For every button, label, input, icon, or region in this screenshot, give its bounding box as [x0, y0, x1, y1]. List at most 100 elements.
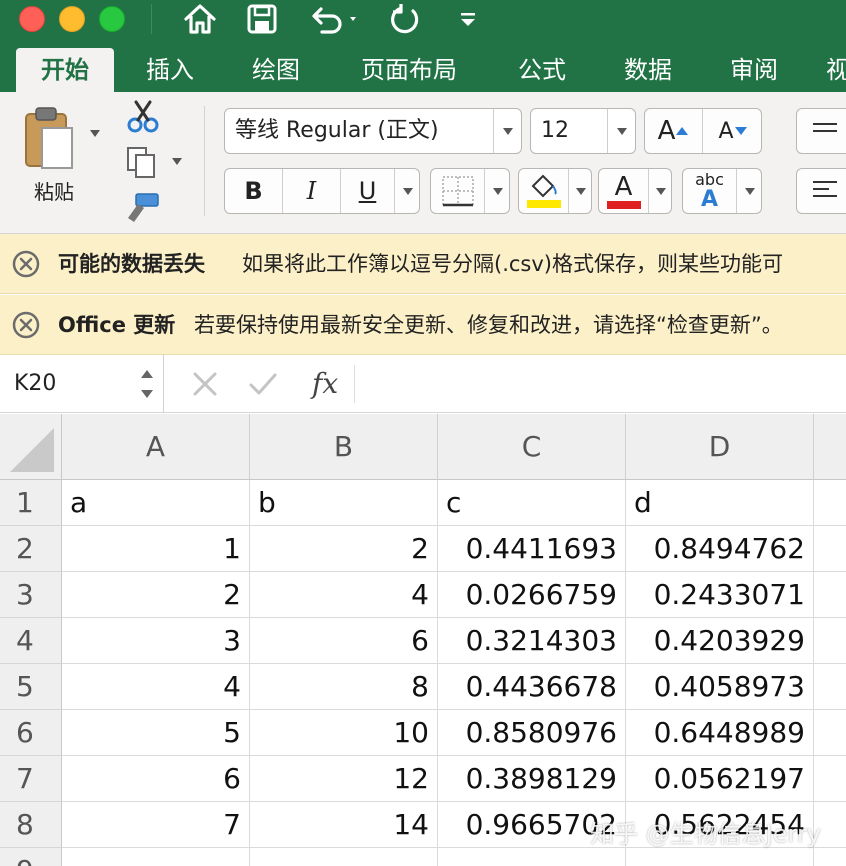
row-header[interactable]: 8 — [0, 802, 62, 848]
cell-a5[interactable]: 4 — [62, 664, 250, 710]
row-header[interactable]: 6 — [0, 710, 62, 756]
insert-function-button[interactable]: fx — [312, 355, 338, 413]
grow-font-button[interactable]: A — [645, 109, 703, 153]
name-box[interactable]: K20 — [0, 355, 164, 413]
tab-draw[interactable]: 绘图 — [234, 48, 318, 92]
borders-button[interactable] — [431, 169, 485, 213]
cell-d3[interactable]: 0.2433071 — [626, 572, 814, 618]
cell-d9[interactable] — [626, 848, 814, 866]
phonetic-dropdown[interactable] — [737, 169, 761, 213]
home-icon[interactable] — [180, 2, 220, 36]
cell-a7[interactable]: 6 — [62, 756, 250, 802]
row-header[interactable]: 7 — [0, 756, 62, 802]
save-icon[interactable] — [244, 2, 280, 36]
shrink-font-button[interactable]: A — [703, 109, 761, 153]
font-size-select[interactable]: 12 — [530, 108, 636, 154]
cell-d4[interactable]: 0.4203929 — [626, 618, 814, 664]
formula-input[interactable] — [370, 355, 840, 413]
cell-c3[interactable]: 0.0266759 — [438, 572, 626, 618]
cell-e4[interactable] — [814, 618, 846, 664]
cell-e7[interactable] — [814, 756, 846, 802]
select-all-corner[interactable] — [0, 414, 62, 480]
cell-c5[interactable]: 0.4436678 — [438, 664, 626, 710]
cell-b4[interactable]: 6 — [250, 618, 438, 664]
row-header[interactable]: 4 — [0, 618, 62, 664]
column-header-e[interactable] — [814, 414, 846, 480]
tab-data[interactable]: 数据 — [606, 48, 690, 92]
row-header[interactable]: 3 — [0, 572, 62, 618]
font-name-select[interactable]: 等线 Regular (正文) — [224, 108, 522, 154]
cell-c9[interactable] — [438, 848, 626, 866]
tab-formulas[interactable]: 公式 — [500, 48, 584, 92]
cell-a9[interactable] — [62, 848, 250, 866]
column-header-b[interactable]: B — [250, 414, 438, 480]
cell-d5[interactable]: 0.4058973 — [626, 664, 814, 710]
cell-c2[interactable]: 0.4411693 — [438, 526, 626, 572]
column-header-c[interactable]: C — [438, 414, 626, 480]
close-window-button[interactable] — [19, 6, 45, 32]
cell-b3[interactable]: 4 — [250, 572, 438, 618]
cell-b6[interactable]: 10 — [250, 710, 438, 756]
font-color-button[interactable]: A — [599, 169, 649, 213]
close-circle-icon[interactable] — [12, 311, 40, 339]
cell-d7[interactable]: 0.0562197 — [626, 756, 814, 802]
phonetic-button[interactable]: abc A — [683, 169, 737, 213]
cell-a8[interactable]: 7 — [62, 802, 250, 848]
cell-a6[interactable]: 5 — [62, 710, 250, 756]
cell-e2[interactable] — [814, 526, 846, 572]
row-header[interactable]: 1 — [0, 480, 62, 526]
copy-icon[interactable] — [126, 146, 158, 184]
cell-a1[interactable]: a — [62, 480, 250, 526]
close-circle-icon[interactable] — [12, 250, 40, 278]
cell-e1[interactable] — [814, 480, 846, 526]
cell-a3[interactable]: 2 — [62, 572, 250, 618]
fill-color-button[interactable] — [519, 169, 569, 213]
paste-button[interactable]: 粘贴 — [18, 104, 88, 216]
cancel-icon[interactable] — [192, 371, 218, 397]
cell-e3[interactable] — [814, 572, 846, 618]
cell-b2[interactable]: 2 — [250, 526, 438, 572]
cell-e6[interactable] — [814, 710, 846, 756]
tab-view[interactable]: 视 — [826, 48, 846, 92]
borders-dropdown[interactable] — [485, 169, 509, 213]
cell-c7[interactable]: 0.3898129 — [438, 756, 626, 802]
cell-d6[interactable]: 0.6448989 — [626, 710, 814, 756]
undo-icon[interactable] — [304, 2, 364, 36]
zoom-window-button[interactable] — [99, 6, 125, 32]
cell-e5[interactable] — [814, 664, 846, 710]
cell-c6[interactable]: 0.8580976 — [438, 710, 626, 756]
cell-e9[interactable] — [814, 848, 846, 866]
cell-a4[interactable]: 3 — [62, 618, 250, 664]
cell-c4[interactable]: 0.3214303 — [438, 618, 626, 664]
copy-dropdown[interactable] — [172, 158, 182, 165]
italic-button[interactable]: I — [283, 169, 341, 213]
cell-b5[interactable]: 8 — [250, 664, 438, 710]
cell-b8[interactable]: 14 — [250, 802, 438, 848]
scissors-icon[interactable] — [126, 100, 160, 138]
stepper-icon[interactable] — [140, 366, 154, 402]
customize-icon[interactable] — [456, 2, 480, 36]
tab-insert[interactable]: 插入 — [128, 48, 212, 92]
bold-button[interactable]: B — [225, 169, 283, 213]
cell-d2[interactable]: 0.8494762 — [626, 526, 814, 572]
cell-a2[interactable]: 1 — [62, 526, 250, 572]
column-header-a[interactable]: A — [62, 414, 250, 480]
tab-home[interactable]: 开始 — [16, 48, 114, 92]
underline-dropdown[interactable] — [395, 169, 419, 213]
cell-c1[interactable]: c — [438, 480, 626, 526]
confirm-icon[interactable] — [248, 371, 278, 397]
cell-b9[interactable] — [250, 848, 438, 866]
row-header[interactable]: 9 — [0, 848, 62, 866]
row-header[interactable]: 5 — [0, 664, 62, 710]
column-header-d[interactable]: D — [626, 414, 814, 480]
align-left-button[interactable] — [796, 168, 846, 214]
paste-dropdown[interactable] — [90, 130, 100, 137]
cell-b7[interactable]: 12 — [250, 756, 438, 802]
alignment-top-button[interactable] — [796, 108, 846, 154]
tab-review[interactable]: 审阅 — [712, 48, 796, 92]
underline-button[interactable]: U — [341, 169, 395, 213]
font-color-dropdown[interactable] — [649, 169, 671, 213]
format-painter-icon[interactable] — [124, 192, 160, 228]
minimize-window-button[interactable] — [59, 6, 85, 32]
fill-color-dropdown[interactable] — [569, 169, 591, 213]
